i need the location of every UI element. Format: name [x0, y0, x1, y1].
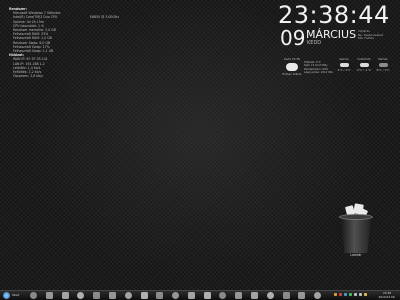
- weather-day-1: Szerda 4°C / 1°C: [337, 57, 351, 72]
- trash-rim: [339, 214, 373, 220]
- tool-icon[interactable]: [219, 292, 226, 299]
- clock-gadget: 23:38:44 09 MÁRCIUS KEDD Időjárás Bp. Pe…: [278, 3, 390, 51]
- taskbar: 23:38 2010.03.09. Start: [0, 290, 400, 300]
- paint-icon[interactable]: [172, 292, 179, 299]
- camera-icon[interactable]: [314, 292, 321, 299]
- clock-weekday: KEDD: [307, 40, 322, 46]
- weather-day-3: Péntek 8°C / 1°C: [376, 57, 390, 72]
- cloud-icon: [378, 63, 388, 67]
- tray-icon[interactable]: [334, 293, 337, 296]
- clock-month: MÁRCIUS: [306, 28, 357, 41]
- cloud-icon: [359, 63, 369, 67]
- weather-today: Kedd 23:38 Erősen felhős: [282, 57, 302, 76]
- clock-time: 23:38:44: [278, 1, 390, 29]
- clock-place: Időjárás Bp. Pesterzsébet Ma: Felhős: [358, 29, 384, 41]
- clock-day: 09: [280, 26, 306, 50]
- tray-icon[interactable]: [344, 293, 347, 296]
- settings-icon[interactable]: [93, 292, 100, 299]
- weather-details: Hőérzet: 2°C Szél: 13 km/h ÉNy Páratarta…: [304, 61, 333, 75]
- network-icon[interactable]: [204, 292, 211, 299]
- system-tray: [332, 292, 372, 300]
- tray-icon[interactable]: [339, 293, 342, 296]
- sysinfo-label: Összesen: 2,6 kb/s: [13, 74, 43, 79]
- cloud-icon: [286, 63, 298, 71]
- calendar-icon[interactable]: [267, 292, 274, 299]
- network-icon[interactable]: [359, 293, 362, 296]
- star-icon[interactable]: [235, 292, 242, 299]
- weather-gadget: Kedd 23:38 Erősen felhős Hőérzet: 2°C Sz…: [281, 57, 393, 93]
- game-icon[interactable]: [188, 292, 195, 299]
- tray-icon[interactable]: [349, 293, 352, 296]
- volume-icon[interactable]: [354, 293, 357, 296]
- media-icon[interactable]: [77, 292, 84, 299]
- system-info-gadget: Rendszer: Microsoft Windows 7 Ultimate Int…: [9, 7, 119, 78]
- trash-can-icon: [341, 217, 371, 253]
- start-button[interactable]: [3, 292, 10, 299]
- terminal-icon[interactable]: [283, 292, 290, 299]
- cloud-icon: [339, 63, 349, 67]
- taskbar-clock[interactable]: 23:38 2010.03.09.: [376, 291, 398, 300]
- recycle-bin-label: Lomtár: [350, 253, 362, 257]
- sysinfo-row: Összesen: 2,6 kb/s: [9, 74, 119, 78]
- folder-icon[interactable]: [30, 292, 37, 299]
- player-icon[interactable]: [125, 292, 132, 299]
- start-label: Start: [12, 293, 20, 297]
- weather-day-2: Csütörtök 6°C / -1°C: [357, 57, 371, 72]
- download-icon[interactable]: [298, 292, 305, 299]
- weather-icon[interactable]: [251, 292, 258, 299]
- chat-icon[interactable]: [156, 292, 163, 299]
- power-icon[interactable]: [364, 293, 367, 296]
- browser-icon[interactable]: [46, 292, 53, 299]
- mail-icon[interactable]: [62, 292, 69, 299]
- sysinfo-value: E6850 @ 3.00GHz: [90, 15, 119, 20]
- explorer-icon[interactable]: [109, 292, 116, 299]
- app-icon[interactable]: [141, 292, 148, 299]
- recycle-bin[interactable]: Lomtár: [338, 203, 374, 257]
